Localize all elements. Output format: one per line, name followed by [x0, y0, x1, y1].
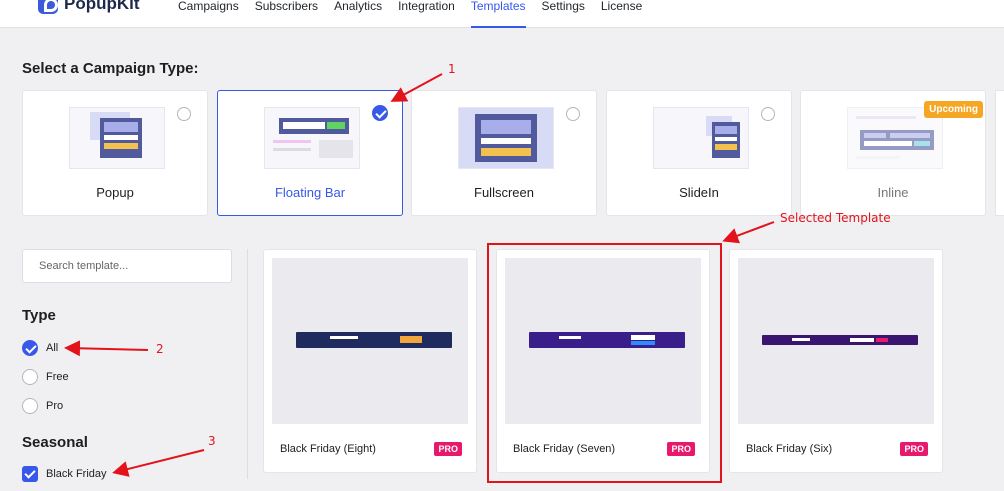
- template-card-black-friday-eight[interactable]: Black Friday (Eight) PRO: [263, 249, 477, 473]
- nav-analytics[interactable]: Analytics: [334, 0, 382, 28]
- annotation-selected-template: Selected Template: [780, 211, 891, 225]
- template-preview: [738, 258, 934, 424]
- fullscreen-thumbnail: [458, 107, 554, 169]
- seasonal-filter-black-friday[interactable]: Black Friday: [22, 466, 107, 482]
- floating-bar-thumbnail: [264, 107, 360, 169]
- popup-label: Popup: [96, 185, 134, 200]
- sidebar-divider: [247, 249, 248, 479]
- floating-bar-radio-checked[interactable]: [372, 105, 388, 121]
- brand-logo[interactable]: PopupKit: [38, 0, 140, 14]
- all-label: All: [46, 342, 59, 354]
- fullscreen-label: Fullscreen: [474, 185, 534, 200]
- nav-integration[interactable]: Integration: [398, 0, 455, 28]
- nav-templates[interactable]: Templates: [470, 0, 526, 28]
- top-navigation-bar: PopupKit Campaigns Subscribers Analytics…: [0, 0, 1004, 28]
- annotation-number-1: 1: [448, 62, 456, 76]
- popupkit-logo-icon: [38, 0, 58, 14]
- campaign-type-fullscreen[interactable]: Fullscreen: [411, 90, 597, 216]
- campaign-type-popup[interactable]: Popup: [22, 90, 208, 216]
- campaign-type-slidein[interactable]: SlideIn: [606, 90, 792, 216]
- campaign-type-next-card-edge: [995, 90, 1004, 216]
- free-radio[interactable]: [22, 369, 38, 385]
- type-filter-free[interactable]: Free: [22, 369, 69, 385]
- type-filter-pro[interactable]: Pro: [22, 398, 63, 414]
- pro-badge: PRO: [434, 442, 462, 456]
- inline-label: Inline: [877, 185, 909, 200]
- floating-bar-label: Floating Bar: [274, 185, 346, 200]
- slidein-radio[interactable]: [761, 107, 775, 121]
- upcoming-badge: Upcoming: [924, 101, 983, 118]
- template-card-black-friday-six[interactable]: Black Friday (Six) PRO: [729, 249, 943, 473]
- fullscreen-radio[interactable]: [566, 107, 580, 121]
- annotation-number-2: 2: [156, 342, 164, 356]
- type-filter-heading: Type: [22, 307, 56, 324]
- popup-radio[interactable]: [177, 107, 191, 121]
- seasonal-filter-heading: Seasonal: [22, 434, 88, 451]
- search-template-input[interactable]: [22, 249, 232, 283]
- campaign-type-heading: Select a Campaign Type:: [22, 60, 199, 77]
- arrow-to-all-filter: [64, 340, 149, 357]
- nav-settings[interactable]: Settings: [542, 0, 585, 28]
- pro-label: Pro: [46, 400, 64, 412]
- slidein-thumbnail: [653, 107, 749, 169]
- brand-name: PopupKit: [64, 0, 140, 13]
- main-nav: Campaigns Subscribers Analytics Integrat…: [178, 0, 642, 28]
- black-friday-checkbox-checked[interactable]: [22, 466, 38, 482]
- slidein-label: SlideIn: [679, 185, 719, 200]
- selected-template-highlight: [487, 243, 722, 483]
- pro-radio[interactable]: [22, 398, 38, 414]
- campaign-type-inline: Upcoming Inline: [800, 90, 986, 216]
- all-radio-checked[interactable]: [22, 340, 38, 356]
- template-preview: [272, 258, 468, 424]
- campaign-type-floating-bar[interactable]: Floating Bar: [217, 90, 403, 216]
- nav-license[interactable]: License: [601, 0, 642, 28]
- type-filter-all[interactable]: All: [22, 340, 58, 356]
- pro-badge: PRO: [900, 442, 928, 456]
- nav-subscribers[interactable]: Subscribers: [255, 0, 318, 28]
- floating-bar-preview: [296, 332, 452, 348]
- arrow-to-black-friday: [112, 449, 205, 477]
- arrow-to-selected-template: [722, 221, 775, 244]
- popup-thumbnail: [69, 107, 165, 169]
- template-name: Black Friday (Eight): [280, 443, 376, 455]
- annotation-number-3: 3: [208, 434, 216, 448]
- black-friday-label: Black Friday: [46, 468, 107, 480]
- free-label: Free: [46, 371, 69, 383]
- floating-bar-preview: [762, 335, 918, 345]
- template-name: Black Friday (Six): [746, 443, 833, 455]
- nav-campaigns[interactable]: Campaigns: [178, 0, 239, 28]
